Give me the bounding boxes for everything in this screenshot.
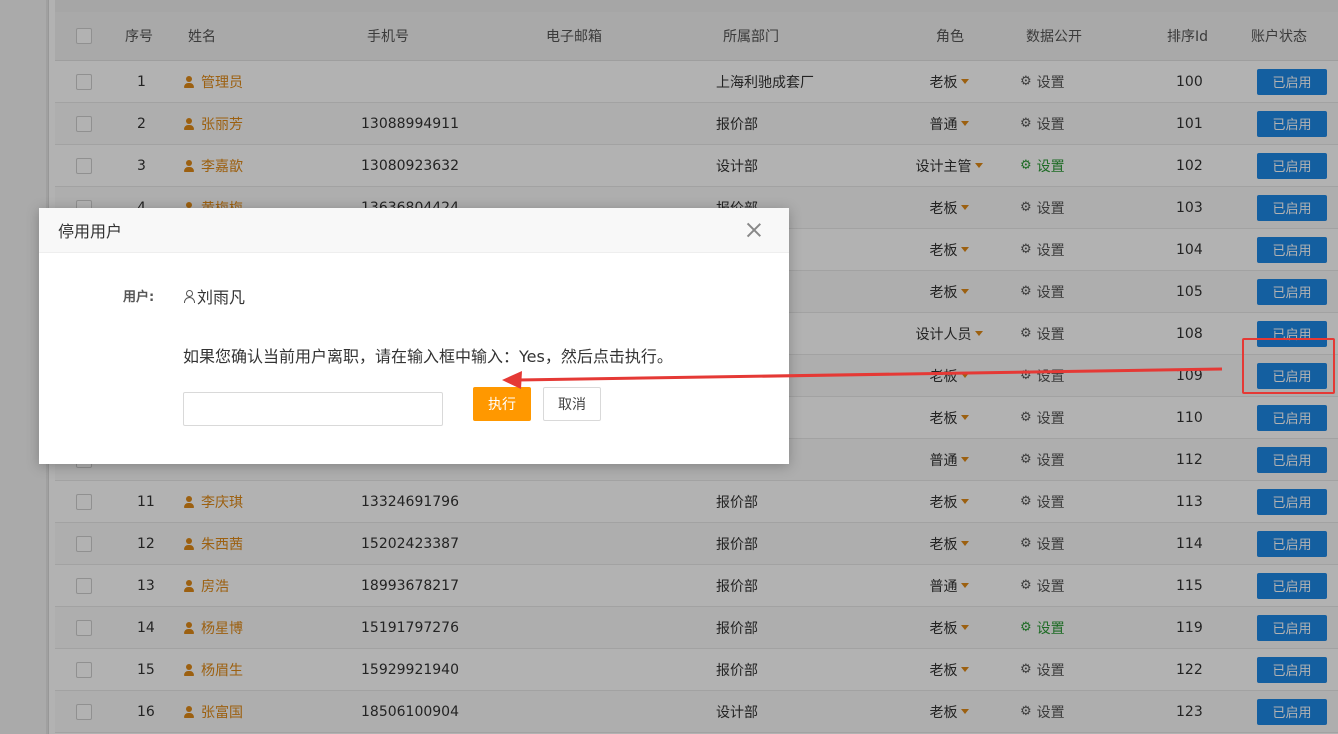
- execute-button[interactable]: 执行: [473, 387, 531, 421]
- confirm-input[interactable]: [183, 392, 443, 426]
- user-value: 刘雨凡: [183, 284, 245, 308]
- annotation-highlight-box: [1242, 338, 1335, 394]
- confirm-instruction: 如果您确认当前用户离职，请在输入框中输入：Yes，然后点击执行。: [183, 347, 673, 366]
- user-name: 刘雨凡: [197, 288, 246, 307]
- cancel-button[interactable]: 取消: [543, 387, 601, 421]
- user-icon: [183, 289, 195, 303]
- disable-user-dialog: 停用用户 用户: 刘雨凡 如果您确认当前用户离职，请在输入框中输入：Yes，然后…: [39, 208, 789, 464]
- dialog-title: 停用用户: [58, 222, 123, 241]
- user-label: 用户:: [123, 290, 155, 305]
- close-icon[interactable]: [745, 221, 763, 239]
- dialog-header: 停用用户: [39, 208, 789, 253]
